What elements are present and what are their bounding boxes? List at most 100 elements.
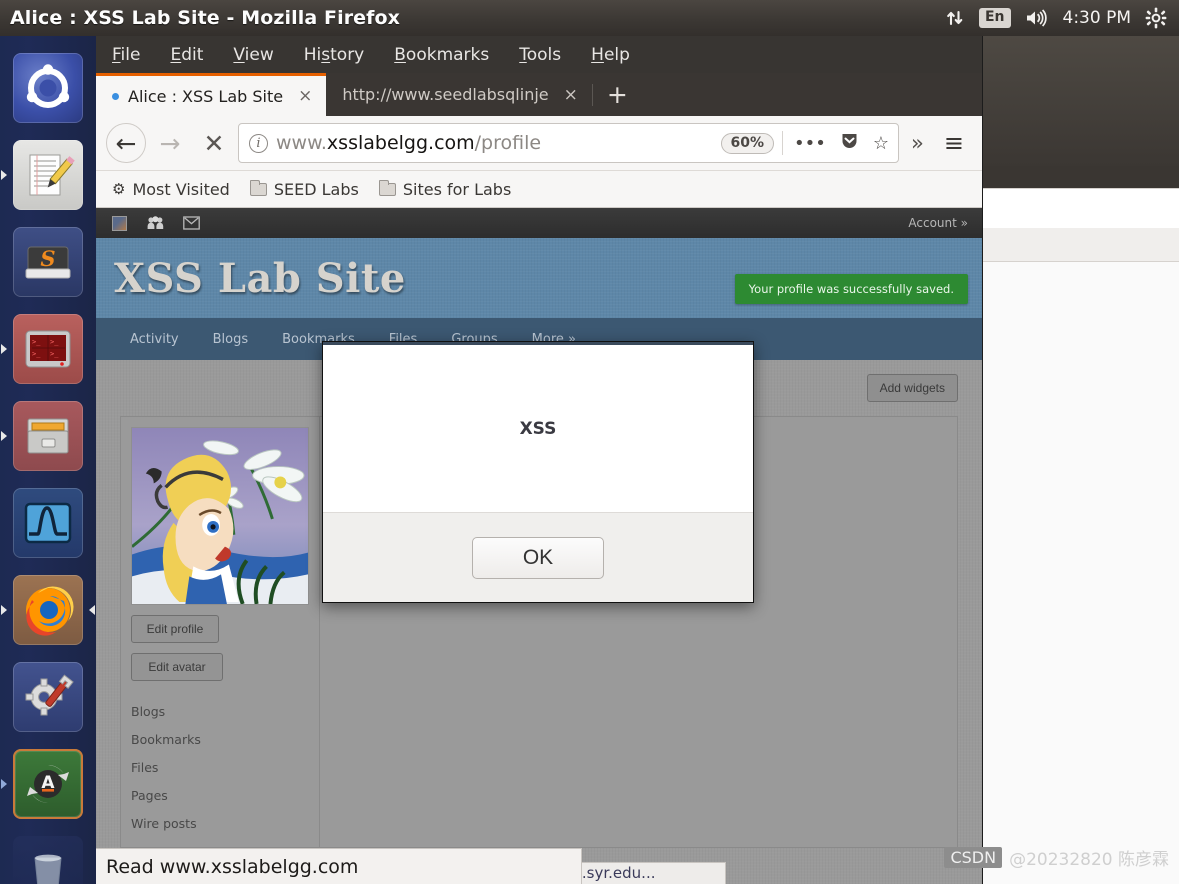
tab-seedlabsqlinjection[interactable]: http://www.seedlabsqlinje × [326, 73, 592, 116]
launcher-item-sublime[interactable]: S [0, 218, 96, 305]
menu-help[interactable]: Help [591, 45, 630, 65]
messages-icon[interactable] [182, 215, 200, 231]
dialog-message: XSS [519, 418, 557, 439]
ubuntu-dash-icon[interactable] [13, 52, 83, 123]
tabstrip: Alice : XSS Lab Site × http://www.seedla… [96, 73, 982, 116]
background-window-titlebar [975, 36, 1179, 166]
launcher-item-settings[interactable] [0, 653, 96, 740]
watermark-badge: CSDN [944, 847, 1003, 868]
running-indicator-pip [1, 169, 7, 180]
bookmark-seed-labs[interactable]: SEED Labs [249, 179, 359, 199]
url-bar[interactable]: i www.xsslabelgg.com/profile 60% ••• ☆ [238, 123, 900, 163]
network-updown-icon[interactable] [945, 8, 965, 28]
profile-link-wire-posts[interactable]: Wire posts [131, 809, 309, 837]
sublime-text-icon[interactable]: S [13, 226, 83, 297]
avatar-icon[interactable] [110, 215, 128, 231]
page-viewport: Account » XSS Lab Site Your profile was … [96, 208, 982, 884]
dialog-footer: OK [323, 512, 753, 602]
menu-view[interactable]: View [233, 45, 273, 65]
menu-edit[interactable]: Edit [170, 45, 203, 65]
tab-alice-xss-lab-site[interactable]: Alice : XSS Lab Site × [96, 73, 327, 116]
background-window-content [975, 262, 1179, 884]
system-settings-icon[interactable] [13, 661, 83, 732]
tab-close-icon[interactable]: × [298, 86, 312, 106]
profile-avatar[interactable] [131, 427, 309, 605]
launcher-item-firefox[interactable] [0, 566, 96, 653]
gear-icon: ⚙ [112, 180, 126, 198]
bookmark-label: Most Visited [132, 179, 230, 199]
svg-text:>_: >_ [50, 338, 59, 346]
svg-text:>_: >_ [50, 350, 59, 358]
navigation-toolbar: ← → ✕ i www.xsslabelgg.com/profile 60% •… [96, 116, 982, 171]
site-title: XSS Lab Site [114, 254, 406, 302]
edit-profile-button[interactable]: Edit profile [131, 615, 219, 643]
menu-tools[interactable]: Tools [519, 45, 561, 65]
watermark-text: @20232820 陈彦霖 [1009, 850, 1169, 870]
terminal-icon[interactable]: >_ >_ >_ >_ [13, 313, 83, 384]
edit-avatar-button[interactable]: Edit avatar [131, 653, 223, 681]
svg-text:>_: >_ [32, 338, 41, 346]
background-window-tabstrip [975, 166, 1179, 188]
url-prefix: www. [276, 132, 327, 154]
elgg-topbar: Account » [96, 208, 982, 238]
bookmark-sites-for-labs[interactable]: Sites for Labs [378, 179, 511, 199]
running-indicator-pip [1, 430, 7, 441]
bookmark-most-visited[interactable]: ⚙ Most Visited [112, 180, 230, 199]
volume-icon[interactable] [1025, 8, 1049, 28]
stop-button-icon[interactable]: ✕ [194, 123, 234, 163]
launcher-item-ubuntu[interactable] [0, 44, 96, 131]
nav-item-activity[interactable]: Activity [130, 332, 179, 347]
text-editor-icon[interactable] [13, 139, 83, 210]
profile-link-files[interactable]: Files [131, 753, 309, 781]
menu-file[interactable]: File [112, 45, 140, 65]
zoom-level-badge[interactable]: 60% [720, 132, 775, 154]
overflow-chevron-icon[interactable]: » [903, 131, 932, 155]
wireshark-icon[interactable] [13, 487, 83, 558]
tab-loading-dot-icon [112, 92, 119, 100]
launcher-item-wireshark[interactable] [0, 479, 96, 566]
clock[interactable]: 4:30 PM [1063, 8, 1132, 28]
background-window[interactable] [975, 36, 1179, 884]
launcher-item-text-editor[interactable] [0, 131, 96, 218]
new-tab-button[interactable]: + [593, 82, 642, 107]
firefox-icon[interactable] [13, 574, 83, 645]
profile-link-blogs[interactable]: Blogs [131, 697, 309, 725]
folder-icon [378, 179, 396, 196]
gear-icon[interactable] [1145, 7, 1167, 29]
pocket-icon[interactable] [837, 131, 862, 155]
profile-link-bookmarks[interactable]: Bookmarks [131, 725, 309, 753]
launcher-item-files[interactable] [0, 392, 96, 479]
launcher-item-trash[interactable] [0, 827, 96, 884]
page-actions-icon[interactable]: ••• [791, 133, 829, 154]
svg-text:S: S [40, 246, 55, 271]
software-updater-icon[interactable]: A [13, 748, 83, 819]
trash-icon[interactable] [13, 835, 83, 884]
menu-bookmarks[interactable]: Bookmarks [394, 45, 489, 65]
profile-link-pages[interactable]: Pages [131, 781, 309, 809]
running-indicator-pip [1, 778, 7, 789]
success-toast: Your profile was successfully saved. [734, 274, 968, 304]
friends-icon[interactable] [146, 215, 164, 231]
nav-item-blogs[interactable]: Blogs [213, 332, 249, 347]
site-info-icon[interactable]: i [249, 133, 268, 153]
tab-close-icon[interactable]: × [564, 85, 578, 105]
menu-history[interactable]: History [304, 45, 365, 65]
bookmark-star-icon[interactable]: ☆ [870, 133, 892, 154]
screen: Alice : XSS Lab Site - Mozilla Firefox E… [0, 0, 1179, 884]
tab-label: http://www.seedlabsqlinje [342, 85, 549, 104]
forward-button-icon[interactable]: → [150, 123, 190, 163]
back-button-icon[interactable]: ← [106, 123, 146, 163]
launcher-item-updater[interactable]: A [0, 740, 96, 827]
bookmark-label: SEED Labs [273, 179, 359, 199]
add-widgets-button[interactable]: Add widgets [866, 374, 958, 402]
account-menu[interactable]: Account » [908, 216, 968, 230]
file-manager-icon[interactable] [13, 400, 83, 471]
ubuntu-top-panel: Alice : XSS Lab Site - Mozilla Firefox E… [0, 0, 1179, 36]
launcher-item-terminal[interactable]: >_ >_ >_ >_ [0, 305, 96, 392]
keyboard-layout-indicator[interactable]: En [978, 7, 1011, 29]
javascript-alert-dialog: XSS OK [322, 341, 754, 603]
dialog-ok-button[interactable]: OK [472, 536, 604, 579]
unity-launcher: S >_ >_ >_ >_ A [0, 36, 96, 884]
hamburger-menu-icon[interactable]: ≡ [936, 129, 972, 157]
panel-indicators: En 4:30 PM [945, 7, 1179, 29]
